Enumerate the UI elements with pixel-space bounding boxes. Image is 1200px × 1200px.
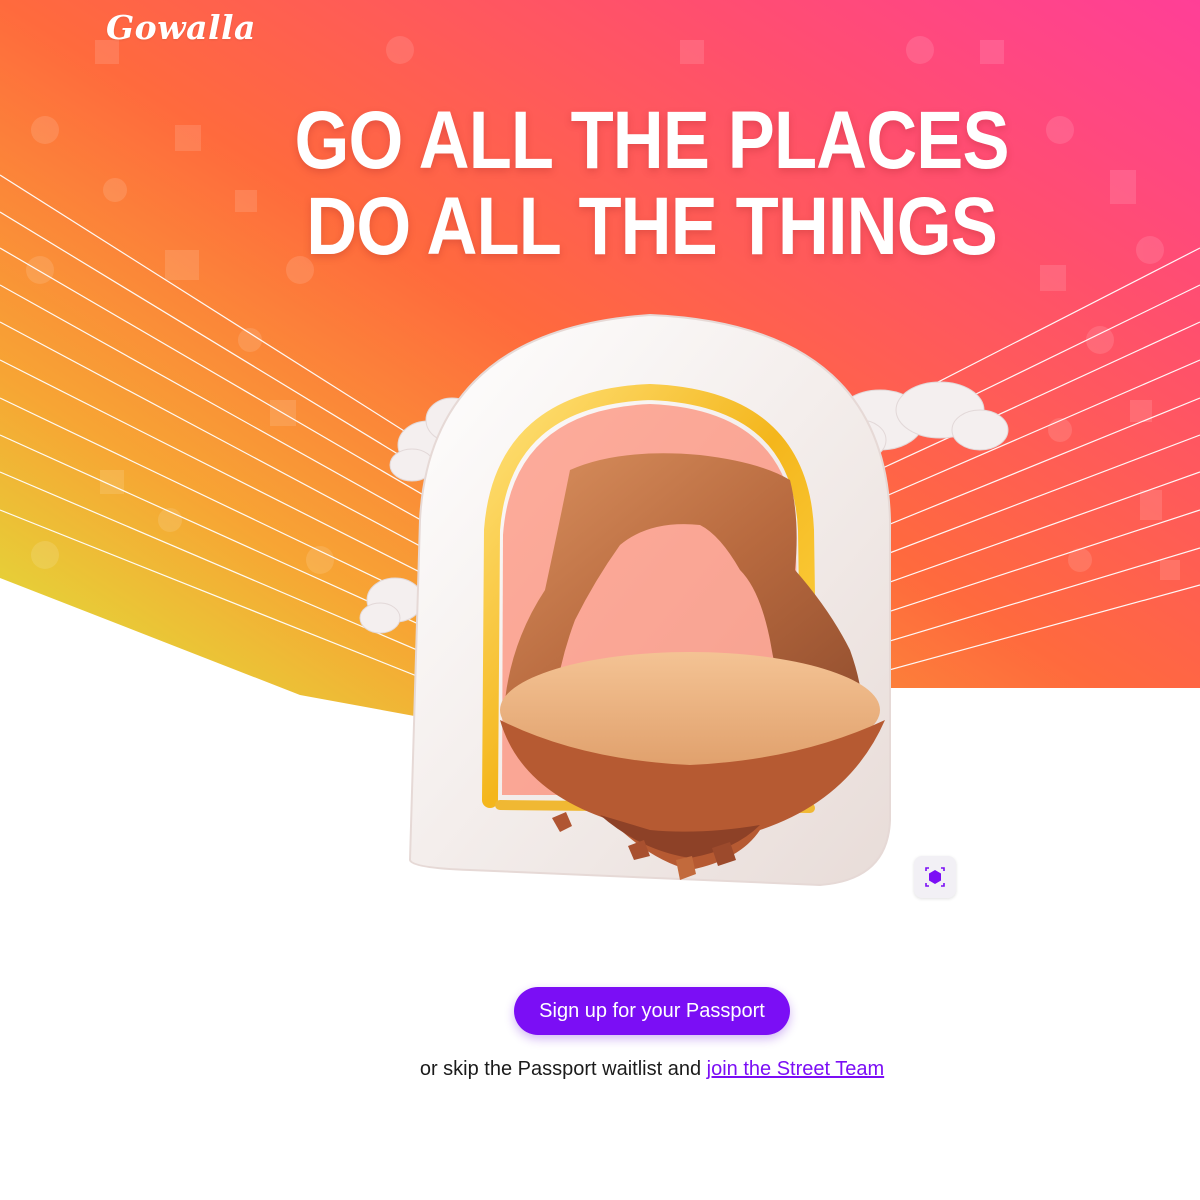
ar-cube-icon	[925, 867, 945, 887]
headline-line-2: DO ALL THE THINGS	[306, 181, 997, 272]
street-team-line: or skip the Passport waitlist and join t…	[0, 1058, 1200, 1081]
headline-line-1: GO ALL THE PLACES	[294, 95, 1010, 186]
gowalla-logo[interactable]: Gowalla	[106, 8, 256, 47]
join-street-team-link[interactable]: join the Street Team	[707, 1058, 885, 1080]
signup-passport-button[interactable]: Sign up for your Passport	[514, 987, 790, 1035]
hero-headline: GO ALL THE PLACES DO ALL THE THINGS	[84, 98, 1116, 270]
ar-view-button[interactable]	[914, 856, 956, 898]
waitlist-text: or skip the Passport waitlist and	[419, 1058, 702, 1080]
